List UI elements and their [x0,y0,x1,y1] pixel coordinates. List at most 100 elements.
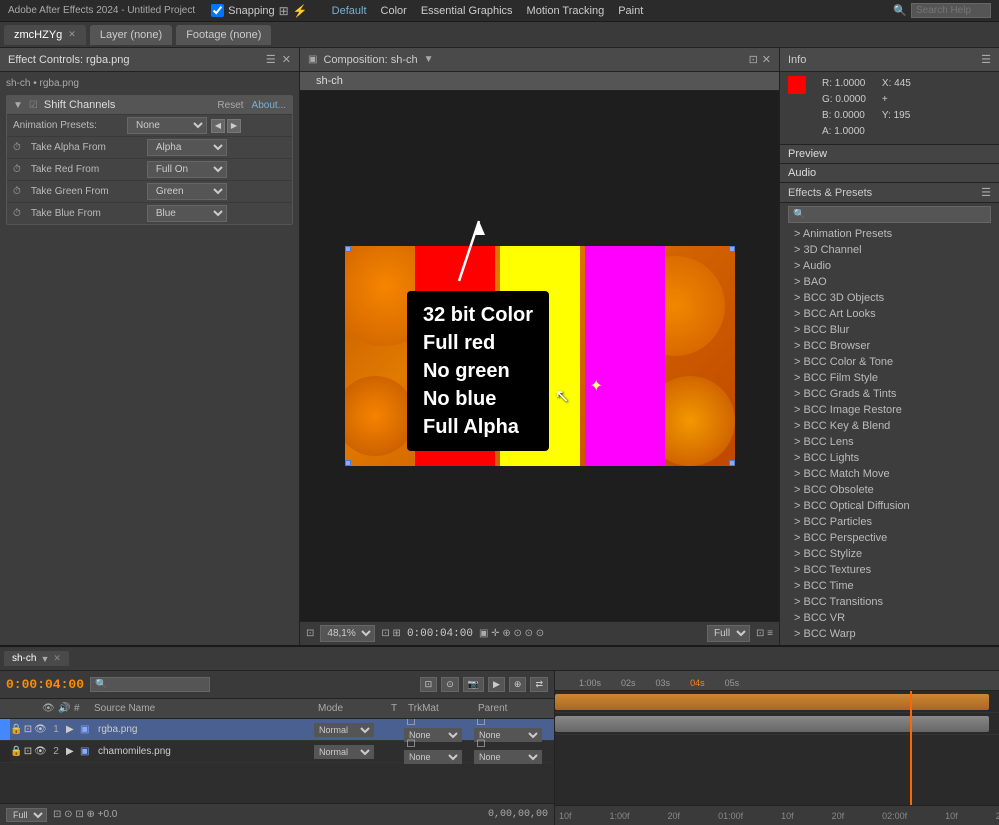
comp-maximize-icon[interactable]: ⊡ [749,53,758,66]
trkmat-toggle-2[interactable]: ☐ [404,739,418,750]
take-red-select[interactable]: Full On [147,161,227,178]
workspace-motion-tracking[interactable]: Motion Tracking [527,5,605,17]
ep-bcc-particles[interactable]: > BCC Particles [780,514,999,530]
ep-bcc-warp[interactable]: > BCC Warp [780,626,999,642]
tl-btn-camera[interactable]: 📷 [463,677,484,692]
layer-lock-1[interactable]: 🔒 [10,724,22,735]
take-alpha-select[interactable]: Alpha [147,139,227,156]
parent-toggle-1[interactable]: ☐ [474,719,488,728]
anim-presets-select[interactable]: None [127,117,207,134]
ep-bcc-key-blend[interactable]: > BCC Key & Blend [780,418,999,434]
ep-bcc-stylize[interactable]: > BCC Stylize [780,546,999,562]
layer-name-2: chamomiles.png [94,746,314,757]
panel-close-icon[interactable]: ✕ [282,53,291,66]
take-blue-select[interactable]: Blue [147,205,227,222]
layer-mode-select-2[interactable]: Normal [314,745,374,759]
bottom-ruler-mark-4: 10f [781,811,794,821]
audio-title[interactable]: Audio [780,164,999,182]
selection-handle-tr [729,246,735,252]
layer-solo-2[interactable]: ⊡ [22,746,34,757]
tl-resolution-select[interactable]: Full [6,808,47,822]
ep-bcc-obsolete[interactable]: > BCC Obsolete [780,482,999,498]
effects-presets-menu-icon[interactable]: ☰ [981,186,991,199]
nav-next-arrow[interactable]: ▶ [227,119,241,133]
ep-bcc-optical-diffusion[interactable]: > BCC Optical Diffusion [780,498,999,514]
ep-bcc-blur[interactable]: > BCC Blur [780,322,999,338]
tab-layer-none[interactable]: Layer (none) [90,25,172,45]
ep-bcc-lens[interactable]: > BCC Lens [780,434,999,450]
ep-bao[interactable]: > BAO [780,274,999,290]
tl-tracks[interactable] [555,691,999,805]
comp-zoom-select[interactable]: 48,1% [320,625,375,642]
layer-eye-2[interactable]: 👁 [34,746,46,757]
workspace-paint[interactable]: Paint [618,5,643,17]
tl-btn-render[interactable]: ⊙ [441,677,459,692]
layer-expand-arrow-1[interactable]: ▶ [66,724,80,735]
tab-zmcHZYg[interactable]: zmcHZYg ✕ [4,25,86,45]
parent-select-2[interactable]: None [474,750,542,764]
ep-bcc-lights[interactable]: > BCC Lights [780,450,999,466]
ep-bcc-transitions[interactable]: > BCC Transitions [780,594,999,610]
track-bar-1[interactable] [555,694,989,710]
parent-toggle-2[interactable]: ☐ [474,739,488,750]
layer-mode-select-1[interactable]: Normal [314,723,374,737]
ep-bcc-browser[interactable]: > BCC Browser [780,338,999,354]
comp-close-icon[interactable]: ✕ [762,53,771,66]
workspace-default[interactable]: Default [332,5,367,17]
comp-menu-arrow[interactable]: ▼ [424,54,434,65]
tl-btn-transfer[interactable]: ⇄ [530,677,548,692]
ep-audio[interactable]: > Audio [780,258,999,274]
tab-footage-none[interactable]: Footage (none) [176,25,271,45]
track-row-1 [555,691,999,713]
trkmat-select-2[interactable]: None [404,750,462,764]
animation-presets-row: Animation Presets: None ◀ ▶ [7,114,292,136]
ep-bcc-vr[interactable]: > BCC VR [780,610,999,626]
ep-animation-presets[interactable]: > Animation Presets [780,226,999,242]
panel-menu-icon[interactable]: ☰ [266,53,276,66]
tl-timecode[interactable]: 0:00:04:00 [6,677,84,692]
workspace-color[interactable]: Color [381,5,407,17]
ep-bcc-grads-tints[interactable]: > BCC Grads & Tints [780,386,999,402]
left-panel: Effect Controls: rgba.png ☰ ✕ sh-ch • rg… [0,48,300,645]
ep-bcc-perspective[interactable]: > BCC Perspective [780,530,999,546]
ep-bcc-textures[interactable]: > BCC Textures [780,562,999,578]
about-button[interactable]: About... [252,100,286,111]
trkmat-toggle-1[interactable]: ☐ [404,719,418,728]
search-input[interactable] [911,3,991,18]
ep-bcc-match-move[interactable]: > BCC Match Move [780,466,999,482]
tab-close-zmcHZYg[interactable]: ✕ [68,29,76,40]
ep-bcc-film-style[interactable]: > BCC Film Style [780,370,999,386]
ep-bcc-time[interactable]: > BCC Time [780,578,999,594]
info-menu-icon[interactable]: ☰ [981,53,991,66]
track-bar-2[interactable] [555,716,989,732]
layer-solo-1[interactable]: ⊡ [22,724,34,735]
tl-btn-anchor[interactable]: ⊕ [509,677,527,692]
take-green-select[interactable]: Green [147,183,227,200]
tl-search-input[interactable] [90,677,210,692]
info-color-swatch [788,76,806,94]
take-blue-row: ⏱ Take Blue From Blue [7,202,292,224]
timeline-tab-close[interactable]: ✕ [53,653,61,664]
timeline-tab-sh-ch[interactable]: sh-ch ▼ ✕ [4,651,69,666]
ep-bcc-3d-objects[interactable]: > BCC 3D Objects [780,290,999,306]
comp-resolution-select[interactable]: Full [707,625,750,642]
ep-bcc-image-restore[interactable]: > BCC Image Restore [780,402,999,418]
info-values: R: 1.0000 G: 0.0000 B: 0.0000 A: 1.0000 [822,76,866,140]
preview-title[interactable]: Preview [780,145,999,163]
effects-presets-search[interactable] [788,206,991,223]
ep-bcc-color-tone[interactable]: > BCC Color & Tone [780,354,999,370]
layer-lock-2[interactable]: 🔒 [10,746,22,757]
layer-eye-1[interactable]: 👁 [34,724,46,735]
ep-bcc-art-looks[interactable]: > BCC Art Looks [780,306,999,322]
tl-btn-play[interactable]: ▶ [488,677,505,692]
comp-canvas-area[interactable]: ↖ ✦ 32 bit Color Full red No green No bl… [300,91,779,621]
effect-controls-title: Effect Controls: rgba.png [8,54,129,66]
layer-expand-arrow-2[interactable]: ▶ [66,746,80,757]
snapping-checkbox[interactable] [211,4,224,17]
reset-button[interactable]: Reset [217,100,243,111]
tl-btn-solo[interactable]: ⊡ [420,677,438,692]
effect-title-bar[interactable]: ▼ ☑ Shift Channels Reset About... [7,96,292,114]
nav-prev-arrow[interactable]: ◀ [211,119,225,133]
workspace-essential-graphics[interactable]: Essential Graphics [421,5,513,17]
ep-3d-channel[interactable]: > 3D Channel [780,242,999,258]
